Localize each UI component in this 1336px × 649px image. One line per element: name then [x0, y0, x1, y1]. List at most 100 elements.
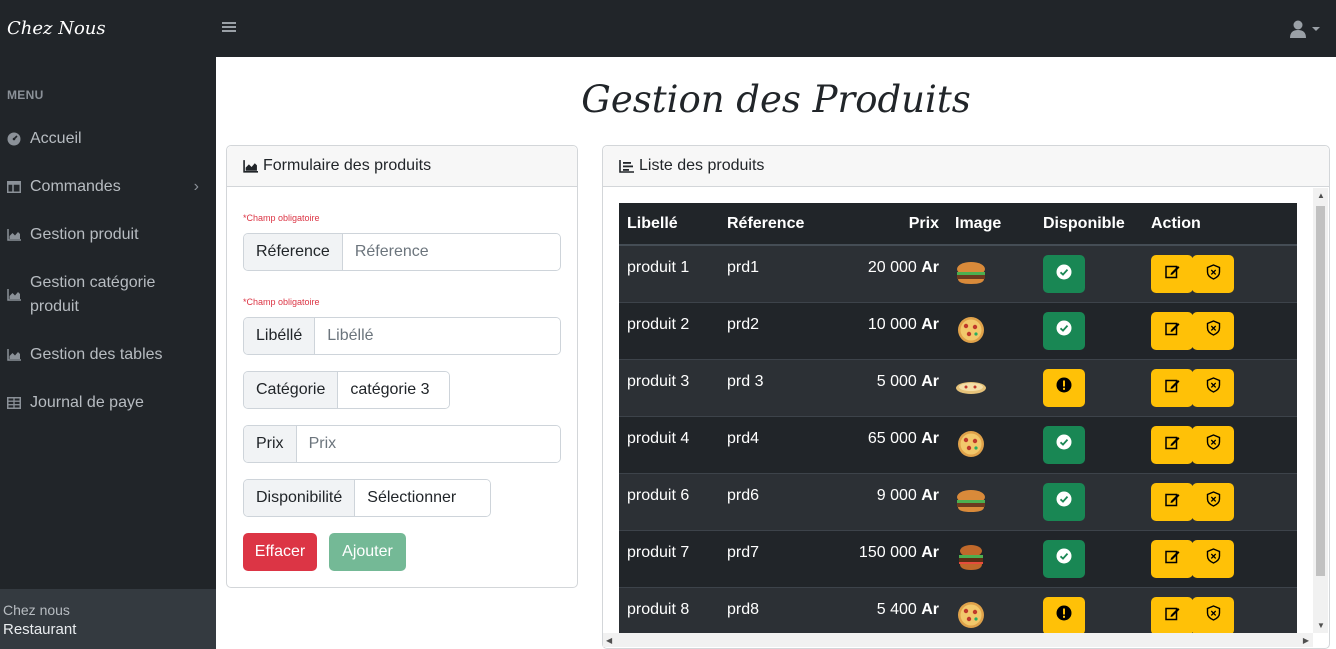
prix-input[interactable]: Prix [296, 426, 560, 462]
cell-libelle: produit 6 [619, 472, 719, 530]
add-button[interactable]: Ajouter [329, 533, 406, 571]
cell-disponible [1035, 472, 1143, 530]
chevron-right-icon: › [193, 178, 199, 195]
cell-disponible [1035, 244, 1143, 302]
delete-button[interactable] [1192, 368, 1234, 407]
price-value: 20 000 [867, 259, 917, 276]
currency-label: Ar [921, 429, 939, 447]
cell-reference: prd2 [719, 301, 829, 359]
available-button[interactable] [1043, 311, 1085, 350]
cell-action [1143, 586, 1297, 633]
edit-button[interactable] [1151, 539, 1193, 578]
chart-area-icon [243, 159, 258, 173]
list-icon [619, 159, 634, 173]
cell-image [947, 472, 1035, 530]
cell-disponible [1035, 586, 1143, 633]
libelle-input[interactable]: Libéllé [315, 318, 560, 354]
sidebar-item-commandes[interactable]: Commandes › [7, 175, 207, 199]
edit-button[interactable] [1151, 311, 1193, 350]
categorie-select[interactable]: catégorie 3 [338, 372, 449, 408]
unavailable-button[interactable] [1043, 368, 1085, 407]
cell-action [1143, 244, 1297, 302]
sidebar-heading: MENU [7, 88, 44, 102]
brand-logo[interactable]: Chez Nous [7, 18, 106, 39]
sidebar-item-label: Gestion catégorie produit [30, 274, 156, 315]
sidebar-item-journal-paye[interactable]: Journal de paye [7, 391, 207, 415]
edit-button[interactable] [1151, 255, 1193, 293]
cell-libelle: produit 3 [619, 358, 719, 416]
scrollbar-thumb[interactable] [1316, 206, 1325, 576]
categorie-input-group: Catégorie catégorie 3 [243, 371, 450, 409]
delete-button[interactable] [1192, 596, 1234, 633]
disponibilite-input-group: Disponibilité Sélectionner [243, 479, 491, 517]
delete-button[interactable] [1192, 482, 1234, 521]
user-icon [1290, 20, 1306, 38]
reference-label: Réference [244, 234, 343, 270]
edit-button[interactable] [1151, 482, 1193, 521]
horizontal-scrollbar[interactable]: ◀ ▶ [603, 633, 1313, 647]
product-form-card: Formulaire des produits *Champ obligatoi… [226, 145, 578, 588]
table-row: produit 1 prd1 20 000 Ar [619, 244, 1297, 302]
reference-input[interactable]: Réference [342, 234, 560, 270]
shield-x-icon [1206, 491, 1221, 512]
form-card-header: Formulaire des produits [227, 146, 577, 187]
price-value: 9 000 [876, 486, 917, 504]
list-card-header: Liste des produits [603, 146, 1329, 187]
vertical-scrollbar[interactable]: ▲ ▼ [1313, 188, 1328, 633]
delete-button[interactable] [1192, 425, 1234, 464]
product-table-wrapper[interactable]: Libellé Réference Prix Image Disponible … [619, 203, 1297, 633]
shield-x-icon [1206, 263, 1221, 285]
cell-action [1143, 301, 1297, 359]
libelle-label: Libéllé [244, 318, 316, 354]
edit-icon [1164, 321, 1180, 341]
available-button[interactable] [1043, 482, 1085, 521]
sidebar-item-gestion-categorie[interactable]: Gestion catégorie produit [7, 271, 207, 319]
price-value: 10 000 [867, 315, 917, 333]
available-button[interactable] [1043, 425, 1085, 464]
edit-icon [1164, 435, 1180, 455]
libelle-input-group: Libéllé Libéllé [243, 317, 561, 355]
edit-icon [1164, 492, 1180, 512]
sidebar-item-gestion-tables[interactable]: Gestion des tables [7, 343, 207, 367]
currency-label: Ar [921, 543, 939, 561]
cell-action [1143, 529, 1297, 587]
big-burger-image [955, 544, 1027, 572]
sidebar-item-gestion-produit[interactable]: Gestion produit [7, 223, 207, 247]
edit-button[interactable] [1151, 425, 1193, 464]
edit-button[interactable] [1151, 368, 1193, 407]
edit-button[interactable] [1151, 596, 1193, 633]
scroll-left-icon[interactable]: ◀ [606, 636, 612, 645]
currency-label: Ar [921, 600, 939, 618]
column-header-action: Action [1143, 203, 1297, 246]
user-menu-dropdown[interactable] [1290, 18, 1320, 40]
unavailable-button[interactable] [1043, 596, 1085, 633]
clear-button[interactable]: Effacer [243, 533, 317, 571]
price-value: 150 000 [858, 543, 917, 561]
available-button[interactable] [1043, 255, 1085, 293]
chart-area-icon [7, 271, 21, 319]
scroll-down-icon[interactable]: ▼ [1317, 621, 1325, 630]
cell-reference: prd4 [719, 415, 829, 473]
cell-image [947, 415, 1035, 473]
hamburger-menu-icon[interactable] [222, 17, 240, 39]
delete-button[interactable] [1192, 539, 1234, 578]
cell-prix: 5 400 Ar [829, 586, 947, 633]
sidebar-item-label: Gestion des tables [30, 346, 163, 363]
pizza-image [955, 430, 1027, 458]
disponibilite-select[interactable]: Sélectionner [355, 480, 490, 516]
table-header-row: Libellé Réference Prix Image Disponible … [619, 203, 1297, 246]
cell-libelle: produit 8 [619, 586, 719, 633]
cell-disponible [1035, 358, 1143, 416]
delete-button[interactable] [1192, 255, 1234, 293]
table-row: produit 4 prd4 65 000 Ar [619, 415, 1297, 473]
currency-label: Ar [921, 372, 939, 390]
product-list-card: Liste des produits Libellé Réference Pri… [602, 145, 1330, 649]
available-button[interactable] [1043, 539, 1085, 578]
columns-icon [7, 175, 21, 199]
sidebar-item-accueil[interactable]: Accueil [7, 127, 207, 151]
scroll-right-icon[interactable]: ▶ [1303, 636, 1309, 645]
scroll-up-icon[interactable]: ▲ [1317, 191, 1325, 200]
delete-button[interactable] [1192, 311, 1234, 350]
cell-action [1143, 358, 1297, 416]
product-table: Libellé Réference Prix Image Disponible … [619, 203, 1297, 633]
